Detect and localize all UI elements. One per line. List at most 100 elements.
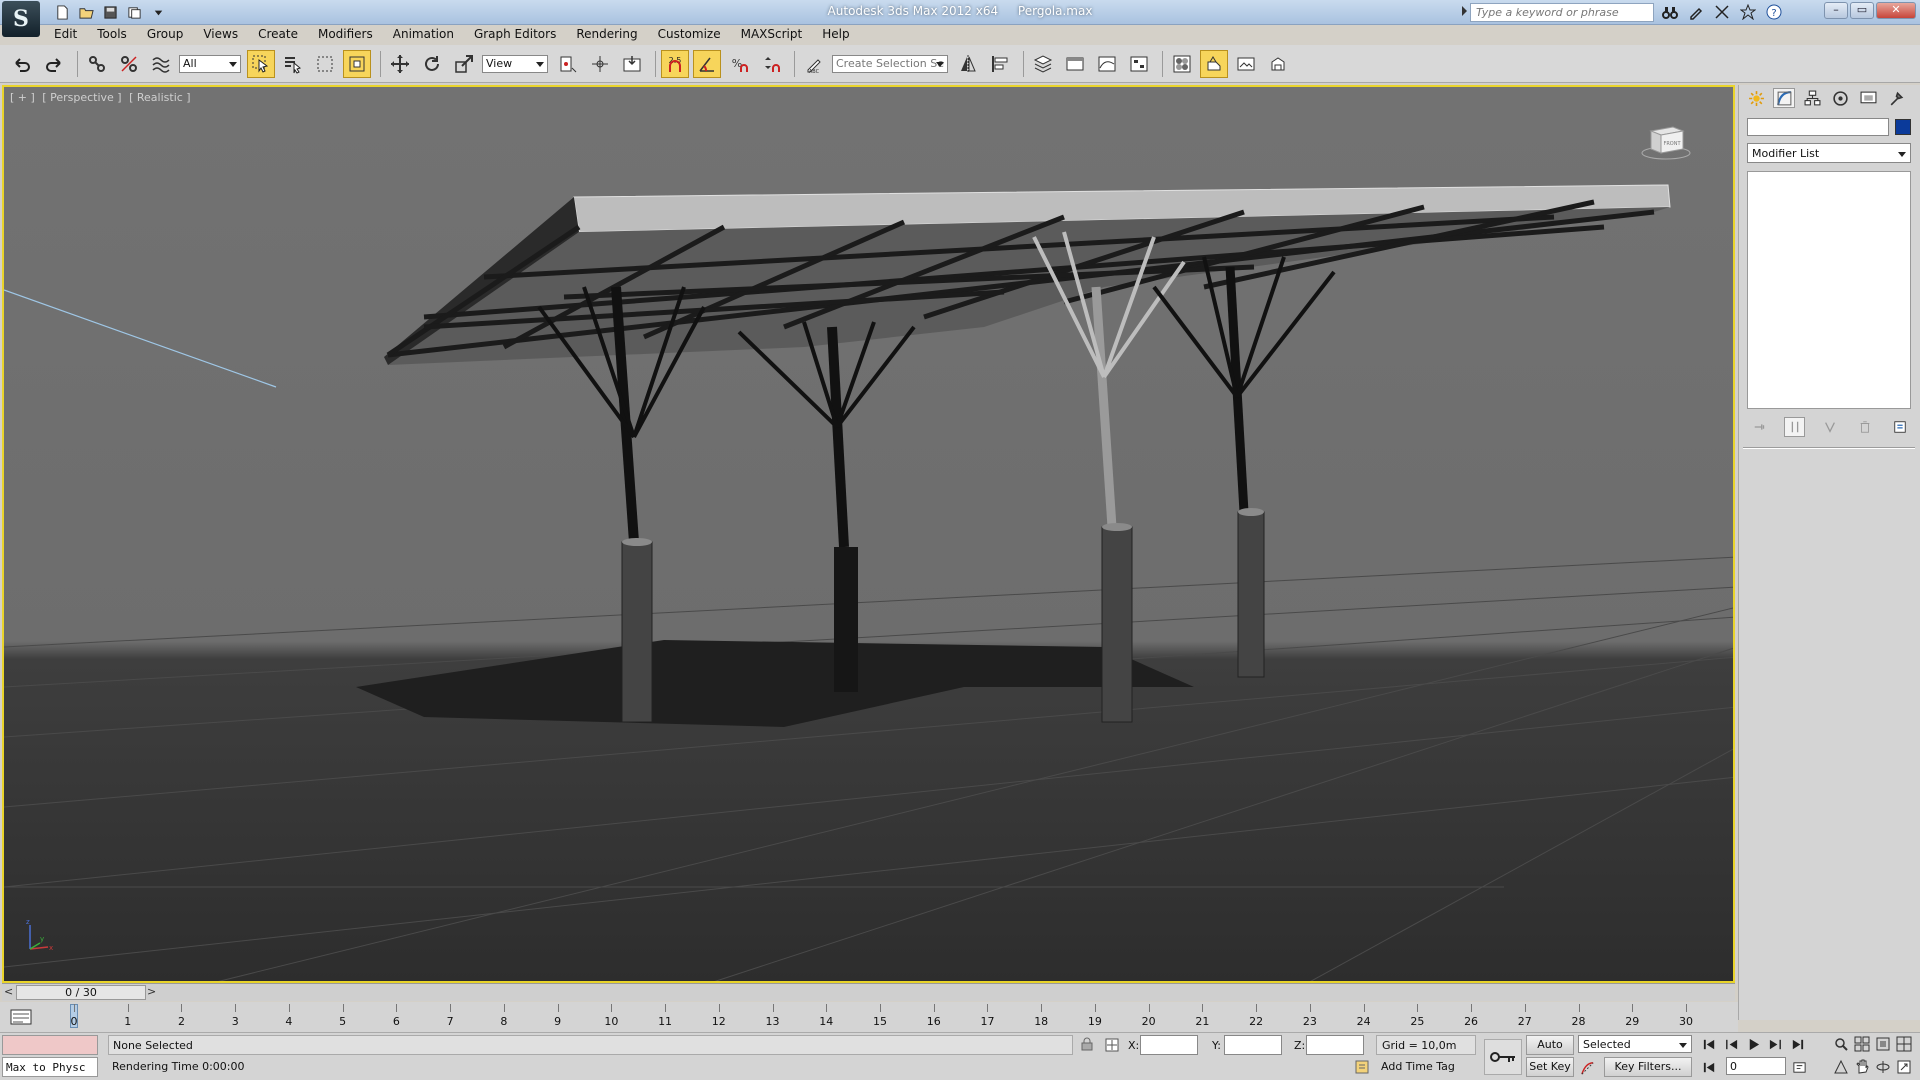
schematic-view-icon[interactable] (1125, 50, 1153, 78)
menu-rendering[interactable]: Rendering (566, 25, 647, 45)
viewport-label[interactable]: [ + ] [ Perspective ] [ Realistic ] (10, 91, 195, 104)
favorites-star-icon[interactable] (1738, 3, 1758, 21)
keyboard-shortcut-override-icon[interactable] (618, 50, 646, 78)
track-ruler[interactable]: 0 1 2 3 4 5 6 7 8 9 10 11 12 13 14 15 16 17 18 19 20 21 22 23 24… (71, 1002, 1693, 1032)
snaps-toggle-icon[interactable]: 2.5 (661, 49, 689, 78)
angle-snap-icon[interactable] (693, 49, 721, 78)
set-key-icon[interactable] (1484, 1039, 1522, 1075)
menu-maxscript[interactable]: MAXScript (731, 25, 813, 45)
viewport-shading-menu[interactable]: [ Realistic ] (129, 91, 191, 104)
configure-modifier-sets-icon[interactable] (1890, 417, 1911, 437)
key-mode-dropdown[interactable]: Selected (1578, 1035, 1692, 1053)
rendered-frame-window-icon[interactable] (1232, 50, 1260, 78)
object-color-swatch[interactable] (1895, 119, 1911, 135)
maxscript-listener-input[interactable]: Max to Physc (2, 1057, 98, 1077)
undo-icon[interactable] (8, 50, 36, 78)
selection-lock-icon[interactable] (1080, 1037, 1094, 1051)
pin-stack-icon[interactable] (1749, 417, 1770, 437)
play-animation-icon[interactable] (1744, 1035, 1762, 1053)
binoculars-icon[interactable] (1660, 3, 1680, 21)
curve-editor-icon[interactable] (1093, 50, 1121, 78)
manipulate-icon[interactable] (586, 50, 614, 78)
menu-views[interactable]: Views (193, 25, 248, 45)
select-and-rotate-icon[interactable] (418, 50, 446, 78)
selection-filter-dropdown[interactable]: All (179, 54, 241, 73)
show-end-result-icon[interactable] (1784, 417, 1806, 437)
mirror-icon[interactable] (954, 50, 982, 78)
select-and-link-icon[interactable] (83, 50, 111, 78)
motion-icon[interactable] (1829, 88, 1851, 108)
zoom-icon[interactable] (1832, 1035, 1850, 1053)
set-key-button[interactable]: Set Key (1526, 1057, 1574, 1077)
display-icon[interactable] (1857, 88, 1879, 108)
viewport-point-of-view-menu[interactable]: [ Perspective ] (42, 91, 121, 104)
go-to-start-icon[interactable] (1700, 1035, 1718, 1053)
time-configuration-icon[interactable] (1790, 1058, 1808, 1076)
layer-manager-icon[interactable] (1029, 50, 1057, 78)
render-setup-icon[interactable] (1200, 49, 1228, 78)
pan-view-icon[interactable] (1853, 1058, 1871, 1076)
select-and-move-icon[interactable] (386, 50, 414, 78)
select-and-scale-icon[interactable] (450, 50, 478, 78)
percent-snap-icon[interactable]: % (725, 50, 753, 78)
menu-group[interactable]: Group (137, 25, 194, 45)
modifier-list-dropdown[interactable]: Modifier List (1747, 143, 1911, 163)
maximize-viewport-icon[interactable] (1895, 1058, 1913, 1076)
track-bar[interactable]: 0 1 2 3 4 5 6 7 8 9 10 11 12 13 14 15 16 17 18 19 20 21 22 23 24… (0, 1002, 1738, 1032)
menu-modifiers[interactable]: Modifiers (308, 25, 383, 45)
make-unique-icon[interactable] (1819, 417, 1840, 437)
modifier-stack[interactable] (1747, 171, 1911, 409)
default-tangent-icon[interactable] (1578, 1059, 1596, 1077)
named-selection-set-dropdown[interactable]: Create Selection Se (832, 54, 948, 73)
next-frame-icon[interactable] (1766, 1035, 1784, 1053)
align-icon[interactable] (986, 50, 1014, 78)
redo-icon[interactable] (40, 50, 68, 78)
object-name-field[interactable] (1747, 118, 1889, 136)
menu-tools[interactable]: Tools (87, 25, 137, 45)
render-production-icon[interactable] (1264, 50, 1292, 78)
utilities-icon[interactable] (1885, 88, 1907, 108)
communication-icon[interactable] (1712, 3, 1732, 21)
perspective-viewport[interactable]: [ + ] [ Perspective ] [ Realistic ] FRON… (2, 85, 1735, 983)
edit-named-selection-icon[interactable]: ABC (800, 50, 828, 78)
pivot-center-icon[interactable] (554, 50, 582, 78)
reference-coordinate-dropdown[interactable]: View (482, 54, 548, 73)
create-icon[interactable] (1745, 88, 1767, 108)
close-button[interactable]: ✕ (1876, 2, 1916, 19)
previous-frame-icon[interactable] (1722, 1035, 1740, 1053)
orbit-icon[interactable] (1874, 1058, 1892, 1076)
hierarchy-icon[interactable] (1801, 88, 1823, 108)
spinner-snap-icon[interactable] (757, 50, 785, 78)
time-slider-prev-button[interactable]: < (4, 985, 13, 998)
unlink-selection-icon[interactable] (115, 50, 143, 78)
material-editor-icon[interactable] (1168, 50, 1196, 78)
auto-key-button[interactable]: Auto Key (1526, 1035, 1574, 1069)
time-tag-icon[interactable] (1354, 1059, 1370, 1075)
menu-help[interactable]: Help (812, 25, 859, 45)
remove-modifier-icon[interactable] (1855, 417, 1876, 437)
x-coordinate-field[interactable] (1140, 1035, 1198, 1055)
field-of-view-icon[interactable] (1832, 1058, 1850, 1076)
y-coordinate-field[interactable] (1224, 1035, 1282, 1055)
help-icon[interactable]: ? (1764, 3, 1784, 21)
app-menu-button[interactable]: S (2, 1, 40, 37)
select-by-name-icon[interactable] (279, 50, 307, 78)
maxscript-listener-output[interactable] (2, 1035, 98, 1055)
menu-edit[interactable]: Edit (44, 25, 87, 45)
zoom-extents-all-icon[interactable] (1895, 1035, 1913, 1053)
key-mode-toggle-icon[interactable] (1700, 1058, 1718, 1076)
viewcube[interactable]: FRONT (1641, 121, 1691, 161)
menu-customize[interactable]: Customize (648, 25, 731, 45)
zoom-all-icon[interactable] (1853, 1035, 1871, 1053)
maximize-button[interactable]: ▭ (1850, 2, 1874, 19)
search-expand-icon[interactable] (1462, 6, 1467, 16)
mini-curve-editor-icon[interactable] (10, 1008, 32, 1026)
time-slider[interactable]: < 0 / 30 > (2, 983, 1735, 1001)
subscription-icon[interactable] (1686, 3, 1706, 21)
z-coordinate-field[interactable] (1306, 1035, 1364, 1055)
time-slider-thumb[interactable]: 0 / 30 (16, 985, 146, 1000)
menu-graph-editors[interactable]: Graph Editors (464, 25, 566, 45)
menu-create[interactable]: Create (248, 25, 308, 45)
zoom-extents-icon[interactable] (1874, 1035, 1892, 1053)
menu-animation[interactable]: Animation (383, 25, 464, 45)
